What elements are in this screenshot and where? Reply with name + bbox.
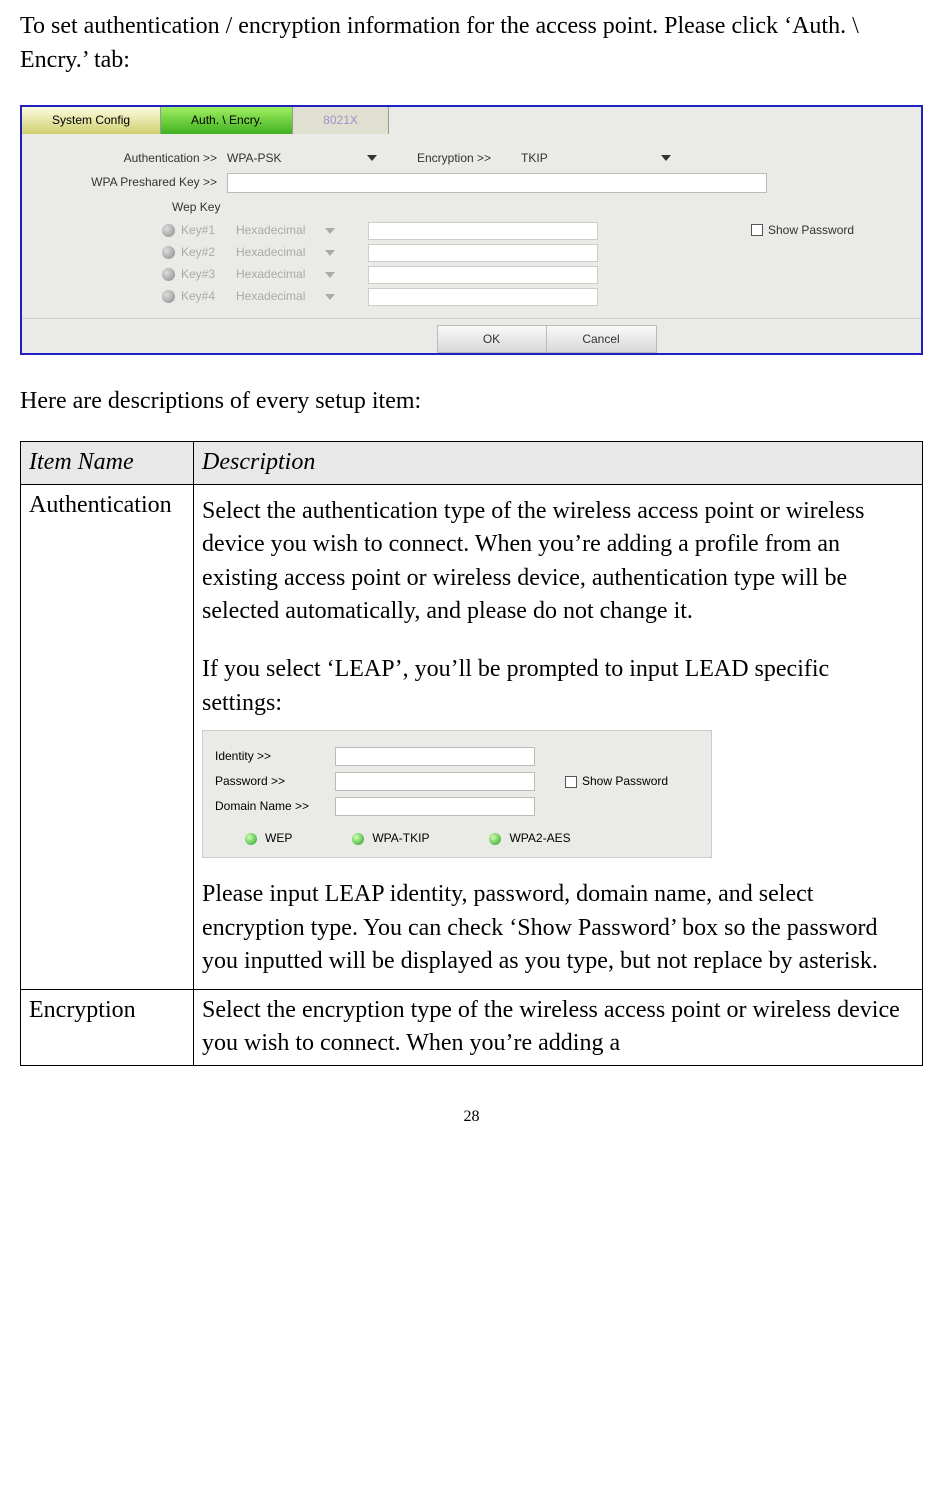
encryption-dropdown[interactable]: TKIP [521,150,671,167]
cell-authentication-desc: Select the authentication type of the wi… [194,484,923,989]
wep-key-3-input[interactable] [368,266,598,284]
wpa-psk-input[interactable] [227,173,767,193]
wep-key-1-input[interactable] [368,222,598,240]
wep-key-2-format-dropdown[interactable]: Hexadecimal [236,244,356,261]
table-header-row: Item Name Description [21,441,923,484]
wep-key-row-1: Key#1 Hexadecimal [162,222,751,240]
header-description: Description [194,441,923,484]
status-wpa-tkip: WPA-TKIP [352,830,429,847]
leap-encryption-status-row: WEP WPA-TKIP WPA2-AES [215,830,699,847]
wep-key-2-input[interactable] [368,244,598,262]
leap-show-password-row: Show Password [565,773,668,790]
status-indicator-icon [245,833,257,845]
wep-key-row-2: Key#2 Hexadecimal [162,244,751,262]
wep-key-section-label: Wep Key [172,199,901,216]
status-indicator-icon [352,833,364,845]
leap-password-input[interactable] [335,772,535,791]
wep-key-1-label: Key#1 [181,222,236,239]
wep-key-1-format-dropdown[interactable]: Hexadecimal [236,222,356,239]
header-item-name: Item Name [21,441,194,484]
page-number: 28 [20,1106,923,1128]
tab-strip: System Config Auth. \ Encry. 8021X [22,107,921,134]
leap-password-label: Password >> [215,773,335,790]
status-wep: WEP [245,830,292,847]
auth-desc-p2: If you select ‘LEAP’, you’ll be prompted… [202,653,914,720]
leap-identity-input[interactable] [335,747,535,766]
chevron-down-icon [661,155,671,161]
wep-key-4-input[interactable] [368,288,598,306]
wep-key-3-radio[interactable] [162,268,175,281]
wep-key-3-label: Key#3 [181,266,236,283]
leap-show-password-label: Show Password [582,773,668,790]
leap-domain-input[interactable] [335,797,535,816]
status-wpa2-aes: WPA2-AES [489,830,570,847]
authentication-label: Authentication >> [42,150,217,167]
show-password-label: Show Password [768,222,854,239]
cell-encryption-name: Encryption [21,989,194,1065]
tab-system-config[interactable]: System Config [22,107,161,134]
show-password-checkbox[interactable] [751,224,763,236]
wep-key-4-radio[interactable] [162,290,175,303]
wep-key-3-format-dropdown[interactable]: Hexadecimal [236,266,356,283]
wep-key-2-radio[interactable] [162,246,175,259]
chevron-down-icon [367,155,377,161]
table-row-encryption: Encryption Select the encryption type of… [21,989,923,1065]
cancel-button[interactable]: Cancel [547,325,657,354]
ok-button[interactable]: OK [437,325,547,354]
table-row-authentication: Authentication Select the authentication… [21,484,923,989]
auth-desc-p3: Please input LEAP identity, password, do… [202,878,914,979]
authentication-value: WPA-PSK [227,150,347,167]
intro-paragraph-1: To set authentication / encryption infor… [20,10,923,77]
auth-encry-config-panel: System Config Auth. \ Encry. 8021X Authe… [20,105,923,355]
tab-8021x[interactable]: 8021X [293,107,389,134]
leap-settings-panel: Identity >> Password >> Show Password Do… [202,730,712,858]
encryption-value: TKIP [521,150,641,167]
wep-key-1-radio[interactable] [162,224,175,237]
authentication-dropdown[interactable]: WPA-PSK [227,150,377,167]
wep-key-4-label: Key#4 [181,288,236,305]
leap-show-password-checkbox[interactable] [565,776,577,788]
auth-desc-p1: Select the authentication type of the wi… [202,495,914,629]
tab-auth-encry[interactable]: Auth. \ Encry. [161,107,293,134]
show-password-checkbox-row: Show Password [751,222,901,239]
wep-key-2-label: Key#2 [181,244,236,261]
leap-domain-label: Domain Name >> [215,798,335,815]
cell-encryption-desc: Select the encryption type of the wirele… [194,989,923,1065]
wep-key-4-format-dropdown[interactable]: Hexadecimal [236,288,356,305]
settings-description-table: Item Name Description Authentication Sel… [20,441,923,1066]
encryption-label: Encryption >> [417,150,491,167]
cell-authentication-name: Authentication [21,484,194,989]
wep-key-row-4: Key#4 Hexadecimal [162,288,751,306]
descriptions-intro: Here are descriptions of every setup ite… [20,385,923,419]
leap-identity-label: Identity >> [215,748,335,765]
wpa-psk-label: WPA Preshared Key >> [42,174,217,191]
status-indicator-icon [489,833,501,845]
wep-key-row-3: Key#3 Hexadecimal [162,266,751,284]
